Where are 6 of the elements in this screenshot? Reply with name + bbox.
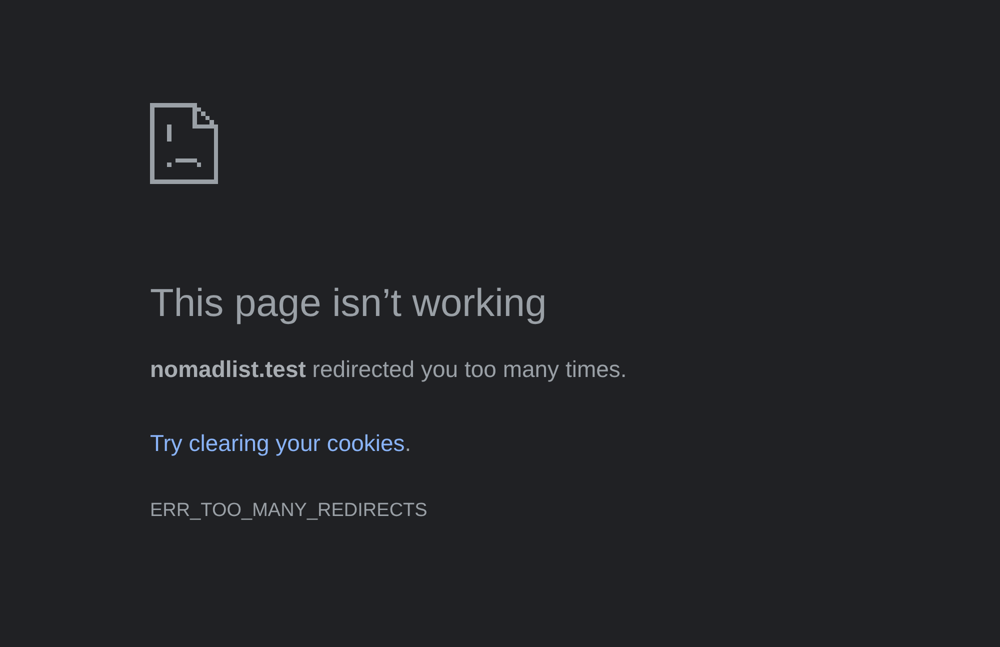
clear-cookies-link[interactable]: Try clearing your cookies (150, 430, 405, 456)
sad-page-icon (150, 103, 218, 184)
suggestion-text: Try clearing your cookies. (150, 429, 412, 458)
error-code: ERR_TOO_MANY_REDIRECTS (150, 499, 428, 523)
error-heading: This page isn’t working (150, 281, 547, 327)
error-message: nomadlist.test redirected you too many times. (150, 355, 627, 384)
